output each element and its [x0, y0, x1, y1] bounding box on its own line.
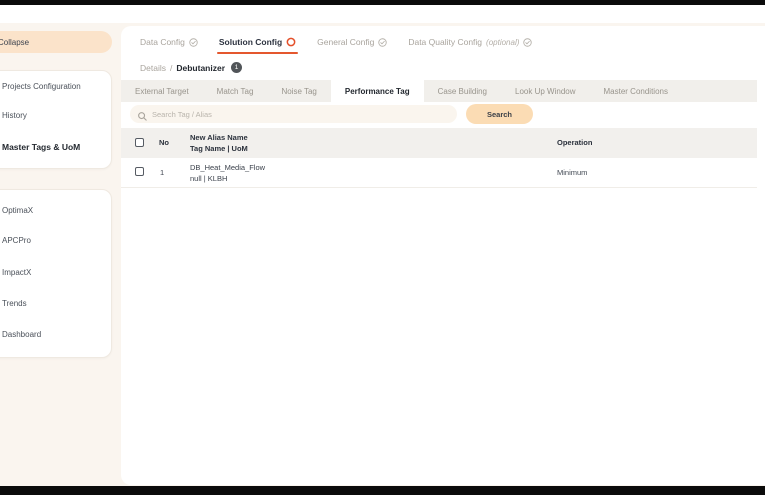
column-header-alias: New Alias Name Tag Name | UoM	[190, 132, 248, 154]
count-badge: 1	[231, 62, 243, 73]
step-optional-suffix: (optional)	[486, 37, 520, 47]
main-panel: Data Config Solution Config General Conf…	[121, 26, 765, 485]
column-header-alias-line2: Tag Name | UoM	[190, 144, 248, 153]
check-circle-icon	[523, 37, 533, 47]
tab-match-tag[interactable]: Match Tag	[203, 80, 268, 102]
step-solution-config-label: Solution Config	[218, 37, 283, 47]
top-white-strip	[0, 5, 765, 23]
pending-circle-icon	[286, 37, 296, 47]
sidebar-group-apps: OptimaX APCPro ImpactX Trends Dashboard	[0, 189, 112, 358]
breadcrumb-separator: /	[169, 62, 173, 73]
table-header: No New Alias Name Tag Name | UoM Operati…	[121, 128, 757, 158]
active-step-underline	[216, 52, 299, 54]
sidebar-item-impactx[interactable]: ImpactX	[2, 268, 31, 277]
tab-bar: External Target Match Tag Noise Tag Perf…	[121, 80, 757, 102]
column-header-alias-line1: New Alias Name	[190, 133, 248, 142]
config-stepper: Data Config Solution Config General Conf…	[140, 34, 533, 54]
tab-external-target[interactable]: External Target	[121, 80, 203, 102]
row-alias: DB_Heat_Media_Flow null | KLBH	[190, 162, 265, 184]
table-row: 1 DB_Heat_Media_Flow null | KLBH Minimum	[121, 158, 757, 188]
step-data-config[interactable]: Data Config	[140, 37, 198, 47]
step-general-config-label: General Config	[317, 37, 375, 47]
breadcrumb: Details / Debutanizer 1	[140, 62, 243, 73]
column-header-no: No	[159, 138, 169, 147]
breadcrumb-current-page: Debutanizer	[176, 62, 226, 73]
tab-noise-tag[interactable]: Noise Tag	[267, 80, 330, 102]
tab-performance-tag[interactable]: Performance Tag	[330, 80, 424, 102]
step-data-quality-config-label: Data Quality Config	[408, 37, 483, 47]
step-solution-config[interactable]: Solution Config	[216, 37, 299, 54]
app-window: Collapse Projects Configuration History …	[0, 0, 765, 495]
sidebar-item-history[interactable]: History	[2, 111, 27, 120]
row-checkbox[interactable]	[135, 167, 144, 176]
row-operation: Minimum	[557, 168, 588, 177]
step-data-config-label: Data Config	[140, 37, 185, 47]
column-header-operation: Operation	[557, 138, 593, 147]
tab-look-up-window[interactable]: Look Up Window	[501, 80, 589, 102]
search-input[interactable]	[130, 105, 457, 123]
sidebar-item-apcpro[interactable]: APCPro	[2, 236, 31, 245]
step-data-quality-config[interactable]: Data Quality Config (optional)	[408, 37, 533, 47]
step-general-config[interactable]: General Config	[317, 37, 388, 47]
sidebar-item-trends[interactable]: Trends	[2, 299, 27, 308]
select-all-checkbox[interactable]	[135, 138, 144, 147]
sidebar-group-configuration: Projects Configuration History Master Ta…	[0, 70, 112, 169]
search-button[interactable]: Search	[466, 104, 533, 124]
sidebar-collapse-button[interactable]: Collapse	[0, 31, 112, 53]
sidebar-collapse-label: Collapse	[0, 37, 30, 47]
row-alias-name: DB_Heat_Media_Flow	[190, 163, 266, 172]
bottom-frame-bar	[0, 486, 765, 495]
sidebar-item-projects-configuration[interactable]: Projects Configuration	[2, 82, 81, 91]
row-tag-uom: null | KLBH	[190, 174, 228, 183]
check-circle-icon	[189, 37, 198, 47]
tab-case-building[interactable]: Case Building	[424, 80, 501, 102]
row-no: 1	[160, 168, 165, 177]
tab-master-conditions[interactable]: Master Conditions	[590, 80, 682, 102]
sidebar-item-dashboard[interactable]: Dashboard	[2, 330, 41, 339]
check-circle-icon	[378, 37, 388, 47]
sidebar-item-optimax[interactable]: OptimaX	[2, 206, 33, 215]
search-row: Search	[121, 102, 765, 128]
breadcrumb-details-link[interactable]: Details	[140, 63, 166, 73]
sidebar-item-master-tags-uom[interactable]: Master Tags & UoM	[2, 142, 80, 152]
